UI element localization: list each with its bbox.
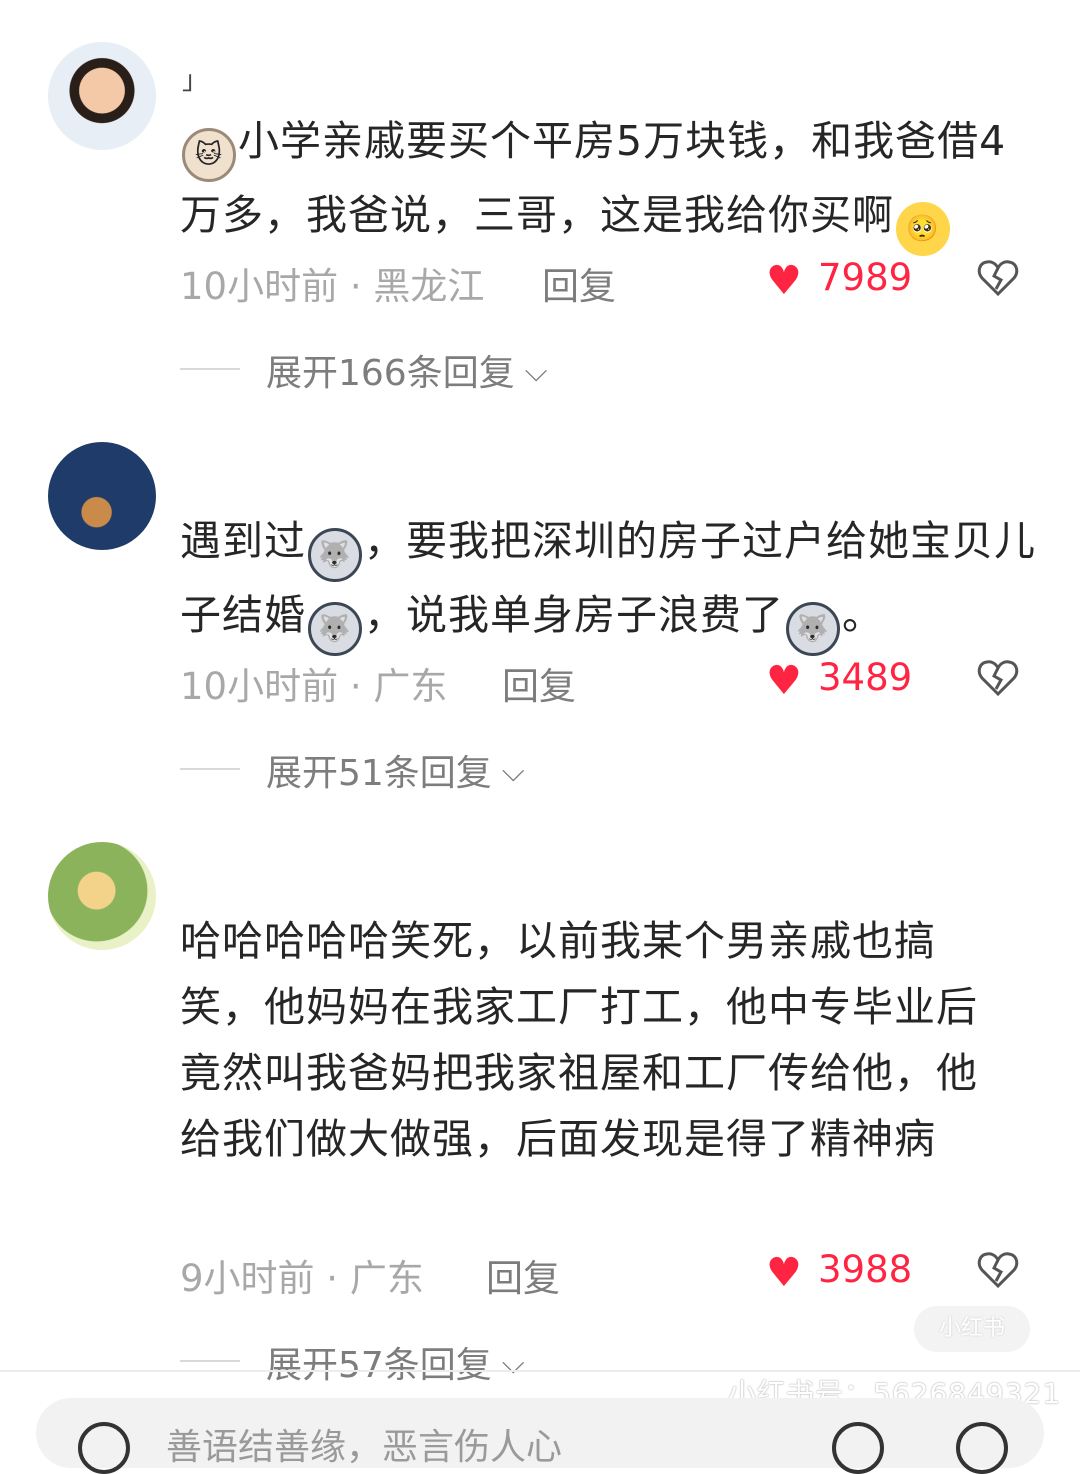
comment-input-bar[interactable]: 善语结善缘，恶言伤人心 [36,1398,1044,1474]
heart-icon[interactable]: ♥ [766,1250,802,1296]
chevron-down-icon: ⌵ [524,354,548,389]
comment-input-placeholder[interactable]: 善语结善缘，恶言伤人心 [166,1418,562,1470]
avatar[interactable] [48,842,156,950]
dog-emoji-icon: 🐺 [308,602,362,656]
comment-time-location: 10小时前 · 广东 [180,665,448,708]
chevron-down-icon: ⌵ [501,1346,525,1381]
at-icon[interactable] [956,1422,1008,1474]
like-count: 7989 [818,256,913,299]
divider-line [180,1360,240,1362]
comment-prefix: 」 [182,66,209,96]
reply-button[interactable]: 回复 [502,656,576,710]
comment-meta: 9小时前 · 广东 回复 ♥ 3988 [180,1248,1040,1300]
comment-meta: 10小时前 · 黑龙江 回复 ♥ 7989 [180,256,1040,308]
worried-emoji-icon: 🥺 [896,202,950,256]
comment-text[interactable]: 🐱 小学亲戚要买个平房5万块钱，和我爸借4万多，我爸说，三哥，这是我给你买啊 🥺 [180,108,1040,256]
broken-heart-icon[interactable] [976,256,1020,300]
reply-button[interactable]: 回复 [542,256,616,310]
edit-icon[interactable] [78,1422,130,1474]
heart-icon[interactable]: ♥ [766,658,802,704]
cat-emoji-icon: 🐱 [182,128,236,182]
watermark-logo: 小红书 [914,1306,1030,1352]
dog-emoji-icon: 🐺 [308,528,362,582]
avatar[interactable] [48,442,156,550]
divider-line [180,368,240,370]
like-count: 3489 [818,656,913,699]
broken-heart-icon[interactable] [976,656,1020,700]
avatar[interactable] [48,42,156,150]
comment-time-location: 10小时前 · 黑龙江 [180,265,485,308]
emoji-icon[interactable] [832,1422,884,1474]
divider-line [180,768,240,770]
like-count: 3988 [818,1248,913,1291]
chevron-down-icon: ⌵ [501,754,525,789]
heart-icon[interactable]: ♥ [766,258,802,304]
broken-heart-icon[interactable] [976,1248,1020,1292]
comment-text[interactable]: 遇到过 🐺 ，要我把深圳的房子过户给她宝贝儿子结婚 🐺 ，说我单身房子浪费了 🐺。 [180,508,1040,656]
comment-meta: 10小时前 · 广东 回复 ♥ 3489 [180,656,1040,708]
reply-button[interactable]: 回复 [486,1248,560,1302]
comment-time-location: 9小时前 · 广东 [180,1257,424,1300]
comment-text[interactable]: 哈哈哈哈哈笑死，以前我某个男亲戚也搞笑，他妈妈在我家工厂打工，他中专毕业后竟然叫… [180,908,1000,1172]
dog-emoji-icon: 🐺 [786,602,840,656]
